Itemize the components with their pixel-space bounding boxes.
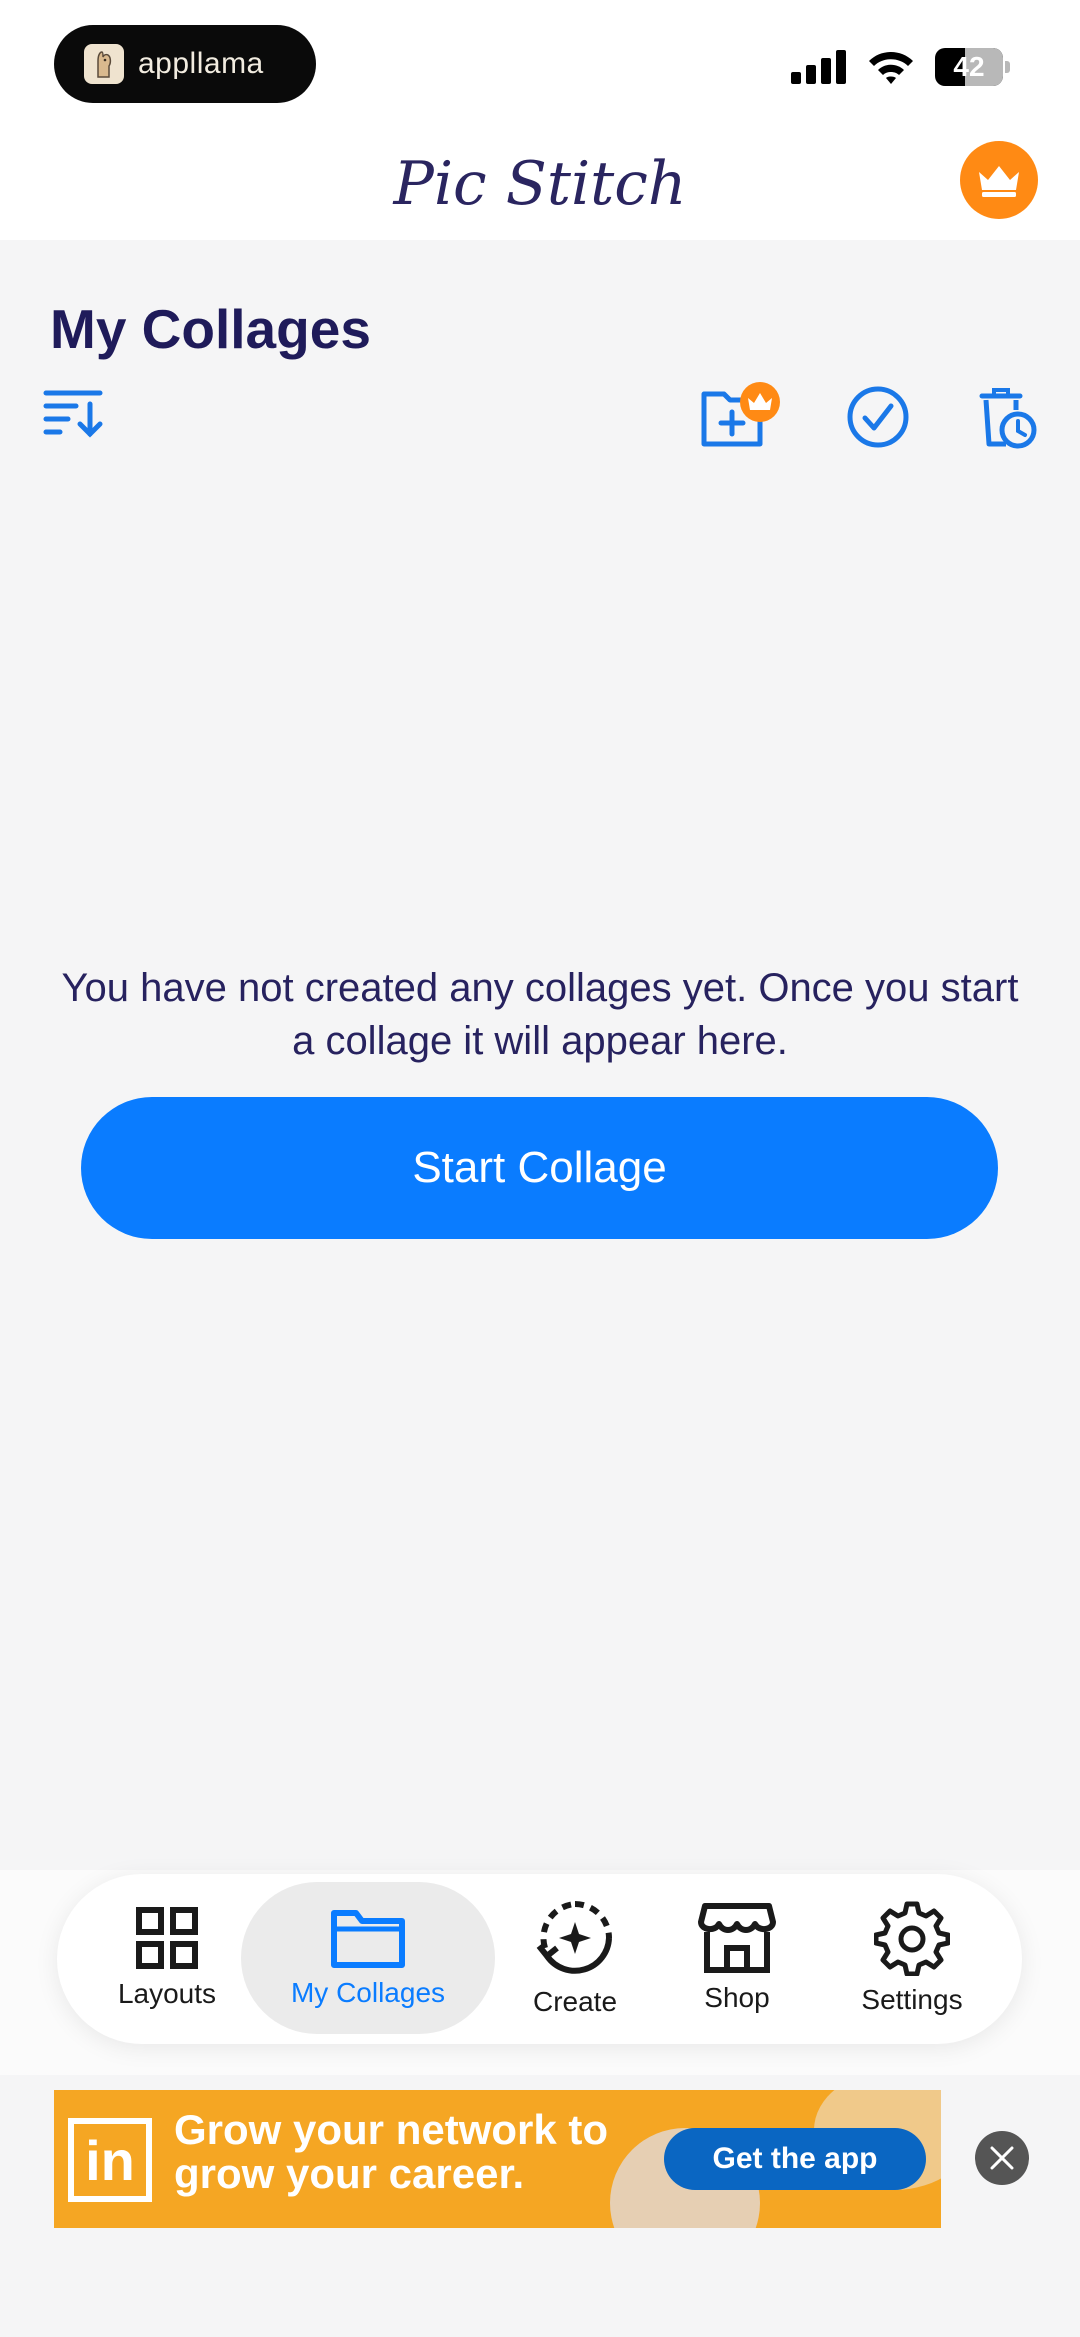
ad-headline: Grow your network to grow your career. bbox=[174, 2106, 609, 2197]
tab-shop[interactable]: Shop bbox=[667, 1882, 807, 2034]
empty-state-message: You have not created any collages yet. O… bbox=[61, 966, 1019, 1063]
grid-icon bbox=[136, 1907, 198, 1969]
page-title: My Collages bbox=[50, 298, 371, 360]
ad-get-app-button[interactable]: Get the app bbox=[664, 2128, 926, 2190]
tab-create[interactable]: Create bbox=[505, 1882, 645, 2034]
folder-add-icon bbox=[701, 382, 780, 447]
tab-label: Settings bbox=[861, 1984, 963, 2015]
crown-icon bbox=[979, 166, 1019, 197]
start-collage-button[interactable]: Start Collage bbox=[81, 1097, 998, 1239]
checkmark-circle-icon bbox=[847, 386, 909, 448]
select-button[interactable] bbox=[846, 385, 910, 449]
recently-deleted-button[interactable] bbox=[976, 384, 1038, 450]
llama-logo-icon bbox=[84, 44, 124, 84]
ad-banner[interactable]: in Grow your network to grow your career… bbox=[54, 2090, 941, 2228]
tab-settings[interactable]: Settings bbox=[837, 1882, 987, 2034]
status-bar: appllama 42 bbox=[0, 0, 1080, 135]
ad-close-button[interactable] bbox=[975, 2131, 1029, 2185]
bottom-tab-bar: Layouts My Collages Create Shop Settings bbox=[57, 1874, 1022, 2044]
app-header: Pic Stitch bbox=[0, 135, 1080, 240]
app-title: Pic Stitch bbox=[393, 149, 687, 219]
cellular-signal-icon bbox=[791, 50, 846, 84]
app-badge[interactable]: appllama bbox=[54, 25, 316, 103]
gear-icon bbox=[874, 1901, 950, 1976]
premium-crown-button[interactable] bbox=[960, 141, 1038, 219]
create-sparkle-icon bbox=[536, 1901, 612, 1974]
close-icon bbox=[990, 2146, 1014, 2170]
app-badge-label: appllama bbox=[138, 47, 264, 80]
tab-label: Create bbox=[532, 1986, 618, 2017]
tab-layouts[interactable]: Layouts bbox=[97, 1882, 237, 2034]
sort-button[interactable] bbox=[42, 388, 106, 440]
status-indicators: 42 bbox=[791, 48, 1010, 86]
tab-label: Layouts bbox=[117, 1978, 217, 2009]
tab-my-collages[interactable]: My Collages bbox=[241, 1882, 495, 2034]
battery-level: 42 bbox=[953, 51, 985, 82]
battery-indicator: 42 bbox=[935, 48, 1003, 86]
tab-label: My Collages bbox=[290, 1977, 446, 2008]
storefront-icon bbox=[698, 1903, 776, 1973]
tab-label: Shop bbox=[704, 1982, 770, 2013]
folder-icon bbox=[331, 1910, 405, 1968]
trash-clock-icon bbox=[979, 388, 1037, 449]
new-folder-premium-button[interactable] bbox=[700, 380, 784, 450]
linkedin-logo-icon: in bbox=[68, 2118, 152, 2202]
sort-descending-icon bbox=[43, 390, 103, 438]
wifi-icon bbox=[869, 52, 913, 84]
